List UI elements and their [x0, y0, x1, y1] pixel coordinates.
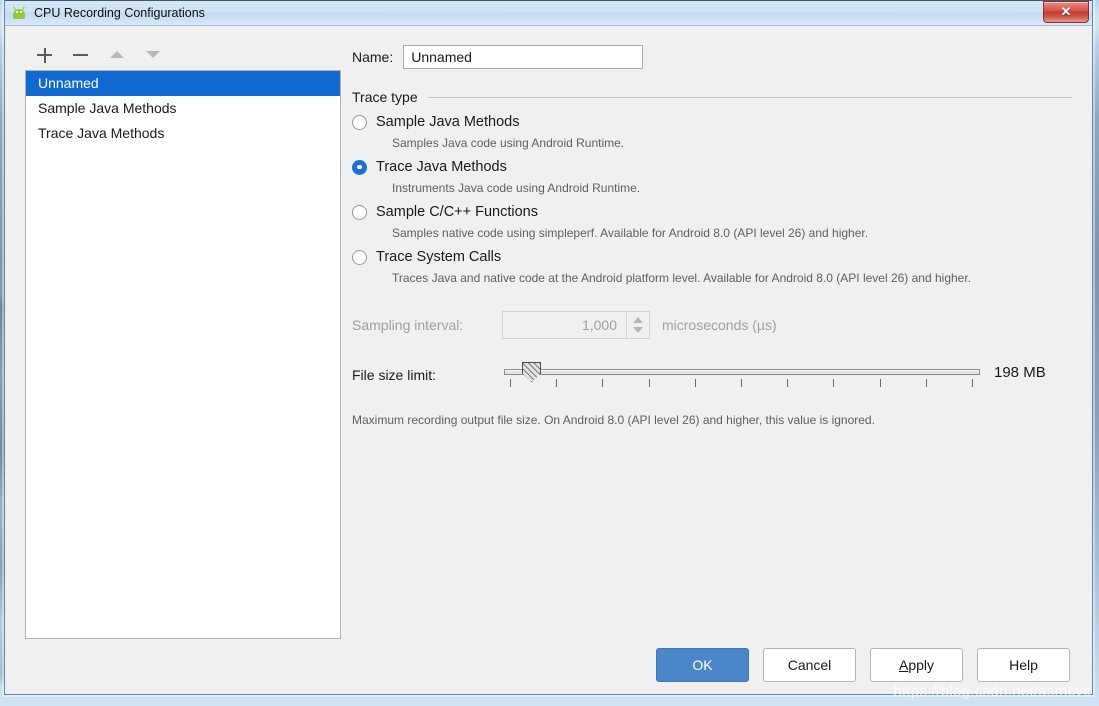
sampling-interval-label: Sampling interval:	[352, 317, 464, 333]
file-size-limit-value: 198 MB	[994, 364, 1046, 381]
radio-sample-java-methods[interactable]: Sample Java Methods	[352, 114, 1072, 130]
configurations-panel: Unnamed Sample Java Methods Trace Java M…	[25, 40, 341, 639]
radio-description: Samples native code using simpleperf. Av…	[392, 226, 869, 240]
slider-tick	[833, 379, 834, 387]
file-size-slider[interactable]	[504, 361, 980, 387]
file-size-limit-label: File size limit:	[352, 367, 437, 383]
sampling-interval-unit: microseconds (µs)	[662, 317, 777, 333]
slider-tick	[787, 379, 788, 387]
slider-tick	[972, 379, 973, 387]
move-down-button[interactable]	[143, 44, 163, 66]
radio-label: Sample Java Methods	[376, 114, 520, 130]
close-icon[interactable]: ✕	[1043, 1, 1089, 23]
slider-tick	[695, 379, 696, 387]
file-size-limit-row: File size limit: 198 MB	[352, 361, 1072, 387]
slider-ticks	[504, 379, 980, 387]
android-icon	[11, 5, 27, 20]
slider-tick	[741, 379, 742, 387]
cpu-recording-configurations-dialog: CPU Recording Configurations ✕ Unnamed S…	[4, 0, 1093, 695]
slider-tick	[880, 379, 881, 387]
slider-tick	[556, 379, 557, 387]
configuration-form: Name: Trace type Sample Java Methods Sam…	[352, 40, 1072, 427]
ok-button[interactable]: OK	[656, 648, 749, 682]
radio-trace-system-calls[interactable]: Trace System Calls	[352, 249, 1072, 265]
dialog-button-bar: OK Cancel Apply Help	[656, 648, 1070, 682]
slider-tick	[510, 379, 511, 387]
sampling-interval-value[interactable]: 1,000	[503, 312, 626, 338]
radio-label: Trace Java Methods	[376, 159, 507, 175]
list-item[interactable]: Trace Java Methods	[26, 121, 340, 146]
sampling-interval-row: Sampling interval: 1,000 microseconds (µ…	[352, 311, 1072, 339]
apply-label-rest: pply	[908, 657, 935, 673]
slider-tick	[649, 379, 650, 387]
trace-type-label: Trace type	[352, 89, 418, 105]
radio-label: Trace System Calls	[376, 249, 502, 265]
slider-track[interactable]	[504, 369, 980, 375]
window-titlebar: CPU Recording Configurations ✕	[5, 0, 1092, 26]
radio-icon-selected[interactable]	[352, 159, 367, 175]
window-title: CPU Recording Configurations	[34, 5, 205, 20]
remove-configuration-button[interactable]	[71, 44, 91, 66]
apply-mnemonic: A	[898, 657, 909, 673]
radio-trace-java-methods[interactable]: Trace Java Methods	[352, 159, 1072, 175]
list-toolbar	[25, 40, 341, 70]
move-up-button[interactable]	[107, 44, 127, 66]
radio-description: Samples Java code using Android Runtime.	[392, 136, 625, 150]
name-label: Name:	[352, 49, 394, 65]
file-size-footnote: Maximum recording output file size. On A…	[352, 413, 875, 427]
add-configuration-button[interactable]	[35, 44, 55, 66]
configuration-list[interactable]: Unnamed Sample Java Methods Trace Java M…	[25, 70, 341, 639]
radio-icon[interactable]	[352, 114, 367, 130]
help-button[interactable]: Help	[977, 648, 1070, 682]
radio-description: Instruments Java code using Android Runt…	[392, 181, 641, 195]
radio-icon[interactable]	[352, 249, 367, 265]
list-item[interactable]: Sample Java Methods	[26, 96, 340, 121]
name-row: Name:	[352, 40, 1072, 74]
apply-button[interactable]: Apply	[870, 648, 963, 682]
dialog-body: Unnamed Sample Java Methods Trace Java M…	[5, 26, 1092, 694]
stepper-arrows[interactable]	[626, 312, 649, 338]
group-divider	[427, 96, 1072, 98]
sampling-interval-stepper[interactable]: 1,000	[502, 311, 650, 339]
cancel-button[interactable]: Cancel	[763, 648, 856, 682]
stepper-up-icon[interactable]	[633, 317, 643, 323]
trace-type-group-header: Trace type	[352, 89, 1072, 105]
stepper-down-icon[interactable]	[633, 327, 643, 333]
radio-icon[interactable]	[352, 204, 367, 220]
name-input[interactable]	[403, 45, 644, 69]
radio-sample-c-cpp-functions[interactable]: Sample C/C++ Functions	[352, 204, 1072, 220]
slider-tick	[926, 379, 927, 387]
radio-description: Traces Java and native code at the Andro…	[392, 271, 972, 285]
radio-label: Sample C/C++ Functions	[376, 204, 538, 220]
list-item[interactable]: Unnamed	[26, 71, 340, 96]
slider-tick	[602, 379, 603, 387]
